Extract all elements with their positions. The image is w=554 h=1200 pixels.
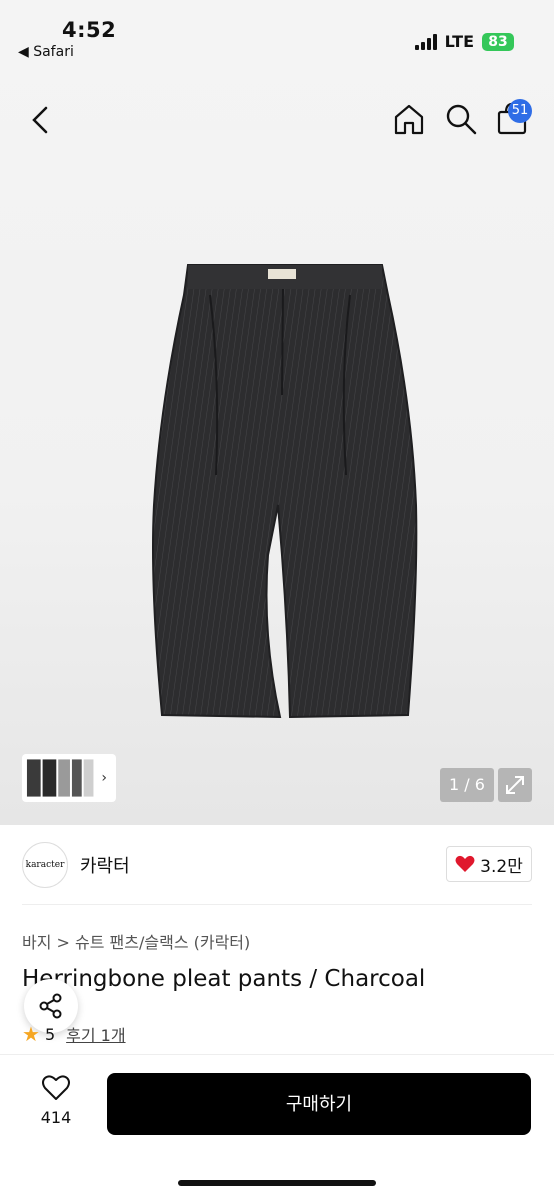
chevron-left-icon[interactable] [22, 100, 58, 140]
home-indicator [178, 1180, 376, 1186]
heart-outline-icon [42, 1075, 70, 1100]
brand-like-button[interactable]: 3.2만 [446, 846, 532, 882]
breadcrumb[interactable]: 바지 > 슈트 팬츠/슬랙스 (카락터) [22, 929, 250, 953]
product-title: Herringbone pleat pants / Charcoal [22, 966, 426, 992]
wishlist-count: 414 [40, 1108, 72, 1127]
status-time: 4:52 [62, 18, 117, 42]
back-to-safari[interactable]: ◀ Safari [18, 44, 74, 60]
brand-like-count: 3.2만 [480, 856, 523, 877]
rating-value: 5 [44, 1024, 56, 1044]
product-photo [152, 264, 418, 719]
divider [22, 904, 532, 905]
product-rating: ★ 5 후기 1개 [22, 1022, 126, 1046]
search-icon[interactable] [444, 102, 478, 136]
status-indicators: LTE 83 [414, 32, 514, 51]
brand-name[interactable]: 카락터 [80, 852, 130, 878]
signal-icon [414, 33, 437, 50]
brand-logo[interactable]: karacter [22, 842, 68, 888]
battery-icon: 83 [482, 32, 514, 51]
thumbnail-image [26, 759, 94, 797]
cart-count-badge: 51 [508, 99, 532, 123]
network-label: LTE [444, 32, 474, 51]
buy-button[interactable]: 구매하기 [107, 1073, 531, 1135]
share-icon [39, 993, 62, 1019]
wishlist-button[interactable]: 414 [28, 1074, 84, 1127]
image-page-indicator: 1 / 6 [440, 768, 494, 802]
expand-icon[interactable] [498, 768, 532, 802]
gallery-thumbnail[interactable]: › [22, 754, 116, 802]
reviews-link[interactable]: 후기 1개 [66, 1022, 125, 1046]
star-icon: ★ [22, 1022, 40, 1046]
heart-filled-icon [455, 855, 475, 872]
chevron-right-icon: › [101, 770, 107, 786]
home-icon[interactable] [392, 102, 426, 136]
